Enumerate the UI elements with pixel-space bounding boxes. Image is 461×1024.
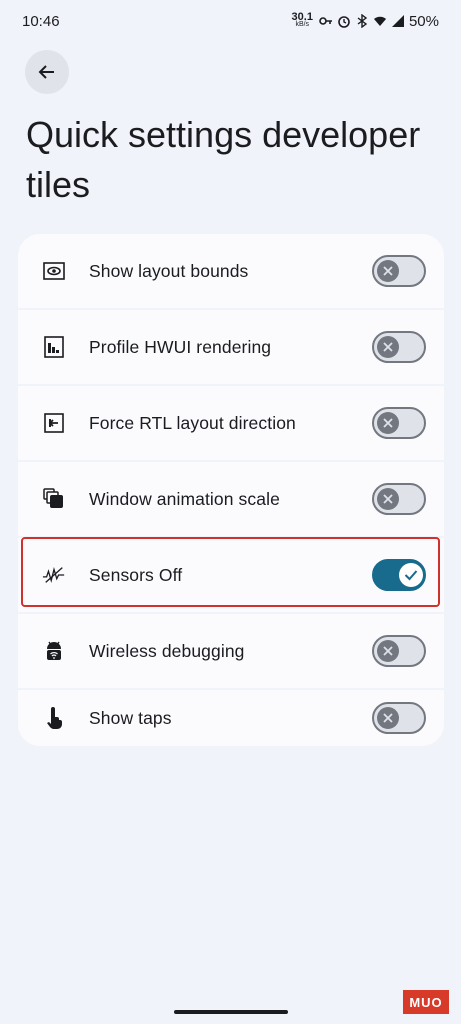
close-icon [377,640,399,662]
tile-label: Profile HWUI rendering [89,336,272,357]
bluetooth-icon [357,14,368,28]
arrow-back-icon [38,65,54,79]
home-indicator[interactable] [174,1010,288,1014]
watermark-logo: MUO [403,990,449,1014]
tile-label: Window animation scale [89,488,280,509]
hwui-profile-icon [42,335,66,359]
tile-row-show-layout-bounds[interactable]: Show layout bounds [18,234,444,308]
toggle-switch[interactable] [372,331,426,363]
status-time: 10:46 [22,12,60,30]
tile-label: Sensors Off [89,564,183,585]
alarm-icon [338,16,350,28]
page-title: Quick settings developer tiles [26,114,421,205]
tile-label: Show layout bounds [89,260,249,281]
tile-label: Wireless debugging [89,640,245,661]
close-icon [377,336,399,358]
close-icon [377,707,399,729]
rtl-direction-icon [42,411,66,435]
network-speed: 30.1 kB/s [291,11,313,29]
sensors-off-icon [42,563,66,587]
wifi-icon [373,16,386,26]
tiles-list: Show layout bounds Profile HWUI renderin… [18,234,444,748]
close-icon [377,412,399,434]
battery-level: 50% [408,12,439,30]
tile-row-show-taps[interactable]: Show taps [18,690,444,746]
toggle-switch[interactable] [372,559,426,591]
status-icons: 30.1 kB/s 50% [291,11,439,30]
close-icon [377,260,399,282]
close-icon [377,488,399,510]
check-icon [399,563,423,587]
tile-row-profile-hwui[interactable]: Profile HWUI rendering [18,310,444,384]
toggle-switch[interactable] [372,407,426,439]
status-bar: 10:46 30.1 kB/s 50% [0,0,461,42]
back-button[interactable] [25,50,69,94]
toggle-switch[interactable] [372,702,426,734]
toggle-switch[interactable] [372,483,426,515]
toggle-switch[interactable] [372,635,426,667]
tile-row-force-rtl[interactable]: Force RTL layout direction [18,386,444,460]
animation-scale-icon [42,487,66,511]
layout-bounds-icon [42,259,66,283]
tile-label: Show taps [89,707,172,728]
toggle-switch[interactable] [372,255,426,287]
android-wifi-icon [42,639,66,663]
tile-label: Force RTL layout direction [89,412,296,433]
tile-row-sensors-off[interactable]: Sensors Off [18,538,444,612]
tile-row-window-animation[interactable]: Window animation scale [18,462,444,536]
vpn-key-icon [319,17,332,25]
tap-icon [42,706,66,730]
tile-row-wireless-debugging[interactable]: Wireless debugging [18,614,444,688]
cellular-signal-icon [391,15,404,27]
